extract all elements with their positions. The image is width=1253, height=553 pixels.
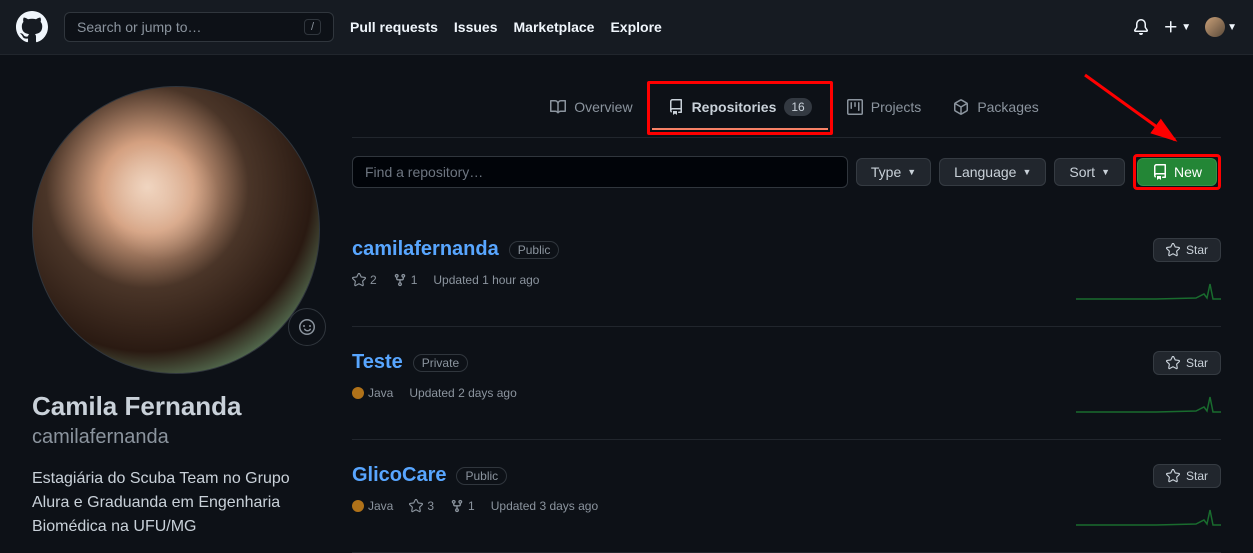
slash-key-badge: / (304, 19, 321, 35)
tab-label: Overview (574, 99, 632, 115)
book-icon (550, 99, 566, 115)
repo-stars[interactable]: 3 (409, 499, 434, 513)
visibility-badge: Public (509, 241, 560, 259)
project-icon (847, 99, 863, 115)
profile-name: Camila Fernanda (32, 390, 328, 423)
repo-forks[interactable]: 1 (393, 273, 418, 287)
language-dot (352, 500, 364, 512)
create-menu[interactable]: ▼ (1163, 19, 1191, 35)
star-button[interactable]: Star (1153, 351, 1221, 375)
repo-name-link[interactable]: GlicoCare (352, 464, 446, 487)
language-dropdown[interactable]: Language▼ (939, 158, 1046, 186)
repo-item: GlicoCare Public Java 3 1 Updated 3 days … (352, 440, 1221, 553)
activity-sparkline (1076, 500, 1221, 528)
language-dot (352, 387, 364, 399)
search-box[interactable]: / (64, 12, 334, 42)
repo-forks[interactable]: 1 (450, 499, 475, 513)
repo-name-link[interactable]: camilafernanda (352, 238, 499, 261)
profile-sidebar: Camila Fernanda camilafernanda Estagiári… (32, 79, 328, 553)
repo-list: camilafernanda Public 2 1 Updated 1 hour … (352, 214, 1221, 553)
star-button[interactable]: Star (1153, 238, 1221, 262)
chevron-down-icon: ▼ (1181, 22, 1191, 33)
visibility-badge: Private (413, 354, 468, 372)
filter-bar: Type▼ Language▼ Sort▼ New (352, 154, 1221, 190)
repo-updated: Updated 2 days ago (409, 386, 516, 400)
chevron-down-icon: ▼ (907, 167, 916, 177)
repo-item: Teste Private Java Updated 2 days ago Sta… (352, 327, 1221, 440)
repo-name-link[interactable]: Teste (352, 351, 403, 374)
smiley-icon (299, 319, 315, 335)
chevron-down-icon: ▼ (1101, 167, 1110, 177)
tabs-nav: Overview Repositories 16 Projects Packag… (352, 79, 1221, 138)
github-logo[interactable] (16, 11, 48, 43)
avatar-container (32, 86, 328, 374)
star-button[interactable]: Star (1153, 464, 1221, 488)
highlight-box-new: New (1133, 154, 1221, 190)
chevron-down-icon: ▼ (1227, 22, 1237, 33)
activity-sparkline (1076, 274, 1221, 302)
repo-language: Java (352, 499, 393, 513)
page-body: Camila Fernanda camilafernanda Estagiári… (0, 55, 1253, 553)
repo-item: camilafernanda Public 2 1 Updated 1 hour … (352, 214, 1221, 327)
repo-stars[interactable]: 2 (352, 273, 377, 287)
repo-icon (1152, 164, 1168, 180)
tab-overview[interactable]: Overview (534, 79, 648, 137)
notifications-icon[interactable] (1133, 19, 1149, 35)
new-repo-button[interactable]: New (1137, 158, 1217, 186)
visibility-badge: Public (456, 467, 507, 485)
profile-avatar[interactable] (32, 86, 320, 374)
package-icon (953, 99, 969, 115)
repo-count-badge: 16 (784, 98, 811, 116)
nav-issues[interactable]: Issues (454, 19, 498, 35)
main-content: Overview Repositories 16 Projects Packag… (352, 79, 1221, 553)
tab-label: Repositories (692, 99, 777, 115)
tab-projects[interactable]: Projects (831, 79, 938, 137)
tab-packages[interactable]: Packages (937, 79, 1054, 137)
tab-label: Packages (977, 99, 1038, 115)
activity-sparkline (1076, 387, 1221, 415)
search-input[interactable] (77, 19, 304, 35)
sort-dropdown[interactable]: Sort▼ (1054, 158, 1125, 186)
nav-links: Pull requests Issues Marketplace Explore (350, 19, 662, 35)
repo-icon (668, 99, 684, 115)
status-button[interactable] (288, 308, 326, 346)
repo-updated: Updated 3 days ago (491, 499, 598, 513)
global-header: / Pull requests Issues Marketplace Explo… (0, 0, 1253, 55)
tab-repositories[interactable]: Repositories 16 (652, 86, 828, 130)
highlight-box-tabs: Repositories 16 (647, 81, 833, 135)
profile-username: camilafernanda (32, 423, 328, 451)
profile-bio: Estagiária do Scuba Team no Grupo Alura … (32, 467, 328, 539)
repo-updated: Updated 1 hour ago (433, 273, 539, 287)
nav-marketplace[interactable]: Marketplace (514, 19, 595, 35)
repo-language: Java (352, 386, 393, 400)
chevron-down-icon: ▼ (1022, 167, 1031, 177)
nav-explore[interactable]: Explore (610, 19, 661, 35)
nav-pull-requests[interactable]: Pull requests (350, 19, 438, 35)
user-menu[interactable]: ▼ (1205, 17, 1237, 37)
find-repo-input[interactable] (352, 156, 848, 188)
header-right: ▼ ▼ (1133, 17, 1237, 37)
tab-label: Projects (871, 99, 922, 115)
type-dropdown[interactable]: Type▼ (856, 158, 931, 186)
avatar-thumbnail (1205, 17, 1225, 37)
